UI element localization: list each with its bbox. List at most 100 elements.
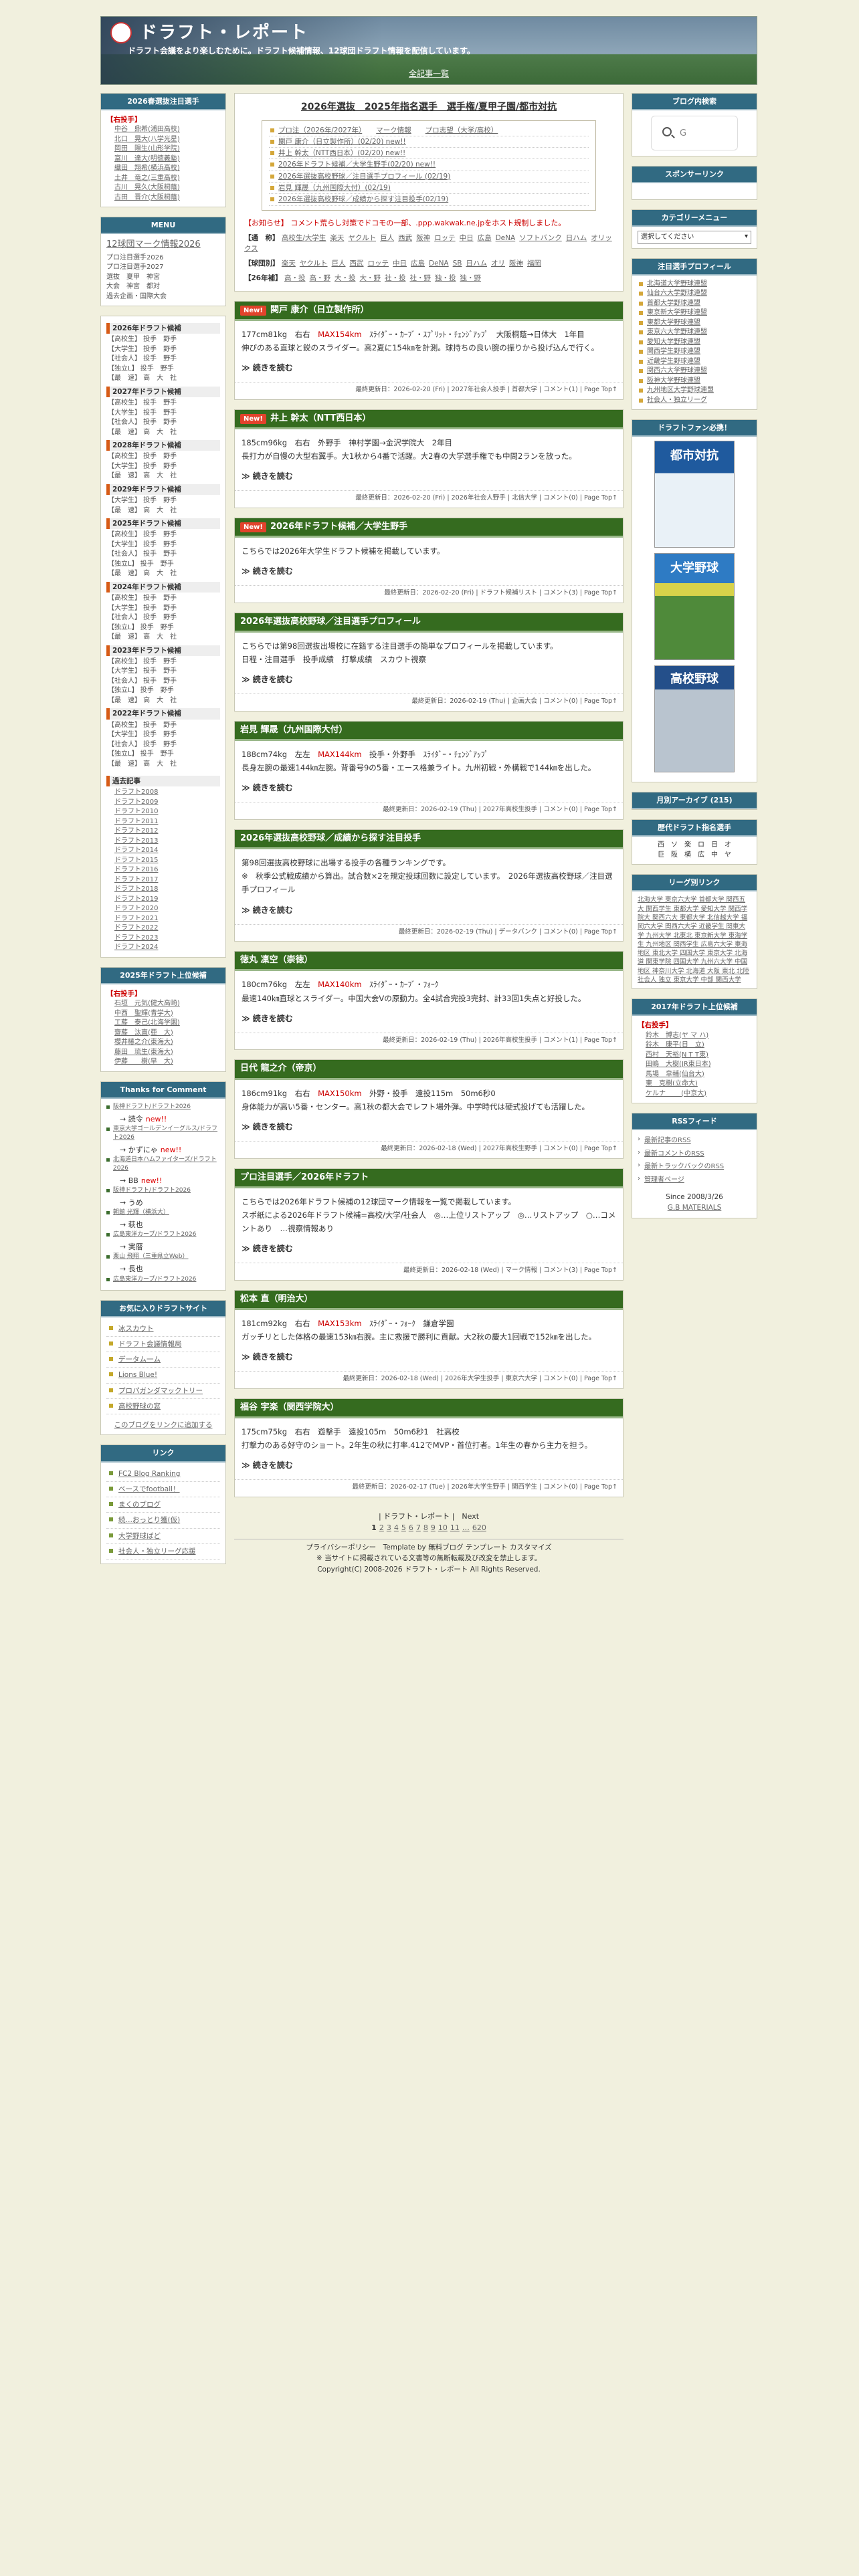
read-more-link[interactable]: ≫ 続きを読む <box>242 1459 616 1473</box>
category-row-link[interactable]: 【社会人】 投手 野手 <box>106 613 220 623</box>
page-number-link[interactable]: 1 <box>371 1523 377 1532</box>
entry-footer[interactable]: 最終更新日：2026-02-18 (Wed) | 2027年高校生野手 | コメ… <box>235 1140 623 1158</box>
watch-player-link[interactable]: 北口 晃大(八学光星) <box>106 135 220 145</box>
category-row-link[interactable]: 【独立L】 投手 野手 <box>106 750 220 760</box>
entry-title-text[interactable]: 関戸 康介（日立製作所） <box>270 305 369 315</box>
category-row-link[interactable]: 【大学生】 投手 野手 <box>106 667 220 677</box>
page-number-link[interactable]: 9 <box>431 1523 436 1532</box>
fav-site-link[interactable]: 高校野球の窓 <box>106 1399 220 1415</box>
watch-player-link[interactable]: 土井 竜之(三重高校) <box>106 174 220 184</box>
link-name[interactable]: 大学野球ばど <box>118 1532 161 1540</box>
category-row-link[interactable]: 【独立L】 投手 野手 <box>106 560 220 570</box>
top2017-player-link[interactable]: 東 克樹(立命大) <box>638 1079 751 1089</box>
past-year-link[interactable]: ドラフト2011 <box>106 817 220 827</box>
comment-entry-link[interactable]: 広島東洋カープ/ドラフト2026 <box>113 1231 196 1238</box>
profile-league-link[interactable]: 愛知大学野球連盟 <box>638 338 751 348</box>
rss-link[interactable]: 最新コメントのRSS <box>638 1148 751 1161</box>
page-number-link[interactable]: 10 <box>438 1523 448 1532</box>
past-year-link[interactable]: ドラフト2010 <box>106 807 220 817</box>
recent-entry[interactable]: 関戸 康介（日立製作所）(02/20) new!! <box>269 136 589 148</box>
fav-site-link[interactable]: ドラフト会議情報局 <box>106 1337 220 1353</box>
category-row-link[interactable]: 【大学生】 投手 野手 <box>106 345 220 355</box>
recent-entry[interactable]: 2026年選抜高校野球／注目選手プロフィール (02/19) <box>269 171 589 183</box>
recent-entry[interactable]: 2026年ドラフト候補／大学生野手(02/20) new!! <box>269 159 589 171</box>
fav-site-link[interactable]: 冰スカウト <box>106 1321 220 1337</box>
category-row-link[interactable]: 【高校生】 投手 野手 <box>106 530 220 540</box>
top-player-link[interactable]: 中西 聖輝(青学大) <box>106 1009 220 1019</box>
keyword-link[interactable]: 楽天 <box>330 234 344 242</box>
entry-footer[interactable]: 最終更新日：2026-02-20 (Fri) | ドラフト候補リスト | コメン… <box>235 585 623 603</box>
rss-link[interactable]: 最新記事のRSS <box>638 1134 751 1148</box>
keyword-link[interactable]: 阪神 <box>509 259 523 267</box>
keyword-link[interactable]: ヤクルト <box>348 234 376 242</box>
fav-site-name[interactable]: 高校野球の窓 <box>118 1402 161 1410</box>
page-number-link[interactable]: 620 <box>472 1523 486 1532</box>
link-name[interactable]: FC2 Blog Ranking <box>118 1470 180 1478</box>
entry-title[interactable]: New! 2026年ドラフト候補／大学生野手 <box>235 518 623 538</box>
profile-league-link[interactable]: 北海道大学野球連盟 <box>638 280 751 290</box>
watch-player-link[interactable]: 岡田 陽生(山形学院) <box>106 144 220 154</box>
keyword-link[interactable]: 中日 <box>393 259 407 267</box>
past-year-link[interactable]: ドラフト2012 <box>106 827 220 837</box>
gb-materials-link[interactable]: G.B MATERIALS <box>668 1204 722 1212</box>
keyword-link[interactable]: 日ハム <box>466 259 488 267</box>
category-row-link[interactable]: 【高校生】 投手 野手 <box>106 335 220 345</box>
keyword-link[interactable]: 高校生/大学生 <box>282 234 326 242</box>
past-year-link[interactable]: ドラフト2017 <box>106 875 220 885</box>
read-more-link[interactable]: ≫ 続きを読む <box>242 673 616 687</box>
menu-sub-link[interactable]: 大会 神宮 都対 <box>106 282 220 292</box>
profile-league-link[interactable]: 東京新大学野球連盟 <box>638 308 751 318</box>
top-player-link[interactable]: 工藤 泰己(北海学園) <box>106 1018 220 1029</box>
entry-title[interactable]: プロ注目選手／2026年ドラフト <box>235 1168 623 1188</box>
category-row-link[interactable]: 【大学生】 投手 野手 <box>106 496 220 506</box>
keyword-link[interactable]: 西武 <box>398 234 412 242</box>
yearly-team-row[interactable]: 西 ソ 楽 ロ 日 オ <box>638 841 751 851</box>
comment-item[interactable]: 北海道日本ハムファイターズ/ドラフト2026 <box>106 1156 220 1173</box>
menu-sub-link[interactable]: 選抜 夏甲 神宮 <box>106 273 220 283</box>
menu-sub-link[interactable]: プロ注目選手2027 <box>106 263 220 273</box>
entry-title[interactable]: 2026年選抜高校野球／注目選手プロフィール <box>235 613 623 633</box>
past-year-link[interactable]: ドラフト2023 <box>106 934 220 944</box>
category-row-link[interactable]: 【社会人】 投手 野手 <box>106 418 220 428</box>
book-cover-3[interactable]: 高校野球 <box>654 665 735 773</box>
entry-title[interactable]: New! 井上 幹太（NTT西日本） <box>235 409 623 429</box>
category-row-link[interactable]: 【最 速】 高 大 社 <box>106 760 220 770</box>
keyword-link[interactable]: 高・投 <box>284 274 306 282</box>
keyword-link[interactable]: 西武 <box>350 259 364 267</box>
profile-league-link[interactable]: 東都大学野球連盟 <box>638 318 751 328</box>
top-player-link[interactable]: 藤田 琉生(東海大) <box>106 1048 220 1058</box>
recent-entry-link[interactable]: プロ注（2026年/2027年） <box>278 126 362 134</box>
past-year-link[interactable]: ドラフト2022 <box>106 924 220 934</box>
recent-entry[interactable]: 2026年選抜高校野球／成績から探す注目投手(02/19) <box>269 194 589 206</box>
pager-links[interactable]: | ドラフト・レポート | Next <box>234 1511 624 1522</box>
recent-entry[interactable]: プロ注（2026年/2027年） マーク情報 プロ志望（大学/高校） <box>269 125 589 136</box>
read-more-link[interactable]: ≫ 続きを読む <box>242 469 616 484</box>
comment-entry-link[interactable]: 阪神ドラフト/ドラフト2026 <box>113 1103 191 1110</box>
keyword-link[interactable]: 阪神 <box>416 234 430 242</box>
keyword-link[interactable]: ロッテ <box>434 234 456 242</box>
fav-site-link[interactable]: プロパガンダマックトリー <box>106 1384 220 1399</box>
keyword-link[interactable]: ソフトバンク <box>519 234 562 242</box>
top-player-link[interactable]: 石垣 元気(健大高崎) <box>106 999 220 1009</box>
add-link-button[interactable]: このブログをリンクに追加する <box>114 1421 213 1429</box>
site-title[interactable]: ドラフト・レポート <box>140 19 308 46</box>
recent-entry[interactable]: 井上 幹太（NTT西日本）(02/20) new!! <box>269 148 589 160</box>
entry-footer[interactable]: 最終更新日：2026-02-20 (Fri) | 2026年社会人野手 | 北信… <box>235 490 623 508</box>
fav-site-link[interactable]: Lions Blue! <box>106 1368 220 1384</box>
category-row-link[interactable]: 【大学生】 投手 野手 <box>106 462 220 472</box>
entry-title-text[interactable]: 日代 龍之介（帝京） <box>240 1063 322 1073</box>
entry-title-text[interactable]: 松本 直（明治大） <box>240 1294 313 1304</box>
past-year-link[interactable]: ドラフト2008 <box>106 788 220 798</box>
entry-footer[interactable]: 最終更新日：2026-02-18 (Wed) | 2026年大学生投手 | 東京… <box>235 1371 623 1388</box>
entry-footer[interactable]: 最終更新日：2026-02-17 (Tue) | 2026年大学生野手 | 関西… <box>235 1479 623 1497</box>
page-number-link[interactable]: 2 <box>379 1523 384 1532</box>
league-links[interactable]: 北海大学 東京六大学 首都大学 関西五大 関西学生 東都大学 愛知大学 関西学院… <box>638 896 749 984</box>
read-more-link[interactable]: ≫ 続きを読む <box>242 564 616 578</box>
footer-links[interactable]: プライバシーポリシー Template by 無料ブログ テンプレート カスタマ… <box>234 1539 624 1553</box>
link-item[interactable]: 続…おっとり獲(仮) <box>106 1513 220 1529</box>
category-row-link[interactable]: 【社会人】 投手 野手 <box>106 550 220 560</box>
link-item[interactable]: FC2 Blog Ranking <box>106 1467 220 1482</box>
read-more-link[interactable]: ≫ 続きを読む <box>242 1120 616 1134</box>
keyword-link[interactable]: 独・野 <box>460 274 481 282</box>
entry-title[interactable]: 福谷 宇楽（関西学院大） <box>235 1398 623 1419</box>
